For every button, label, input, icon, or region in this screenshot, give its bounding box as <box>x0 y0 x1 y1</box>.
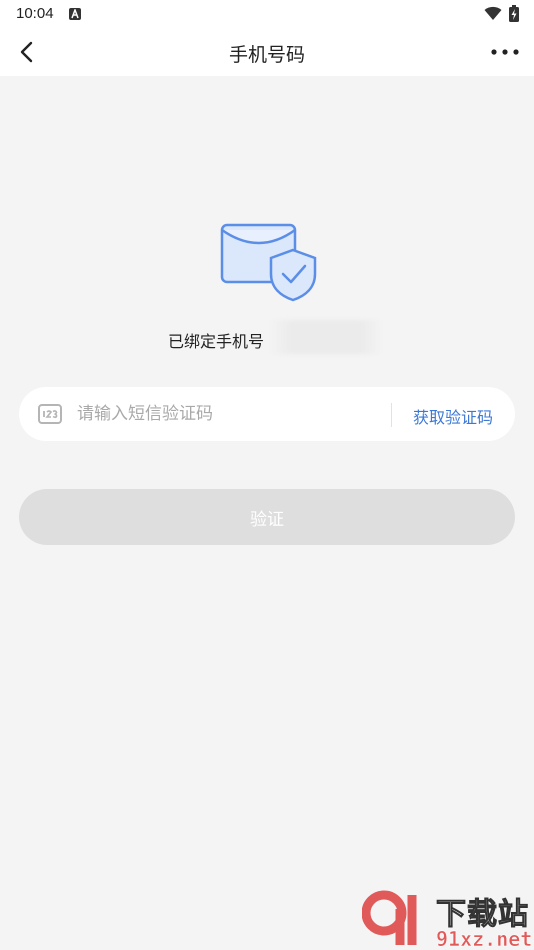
field-divider <box>391 403 392 427</box>
bound-phone-row: 已绑定手机号 <box>0 320 534 354</box>
battery-charging-icon <box>509 5 519 22</box>
watermark-text-bottom: 91xz.net <box>436 927 533 950</box>
navigation-bar: 手机号码 <box>0 28 534 76</box>
status-time: 10:04 <box>16 5 54 22</box>
wifi-icon <box>484 6 502 20</box>
envelope-shield-icon <box>220 223 317 302</box>
numeric-keypad-icon <box>38 404 62 424</box>
watermark-logo-icon <box>362 890 417 945</box>
verify-button[interactable]: 验证 <box>19 489 515 545</box>
notification-a-icon <box>69 8 81 20</box>
status-bar: 10:04 <box>0 0 534 28</box>
sms-code-field: 获取验证码 <box>19 387 515 441</box>
bound-phone-label: 已绑定手机号 <box>168 332 265 351</box>
page-title: 手机号码 <box>228 44 305 66</box>
sms-code-input[interactable] <box>77 387 377 441</box>
get-code-button[interactable]: 获取验证码 <box>413 404 493 428</box>
watermark: 下载站 91xz.net <box>362 887 534 950</box>
more-horizontal-icon[interactable] <box>490 44 520 60</box>
bound-phone-number-masked <box>270 320 382 354</box>
